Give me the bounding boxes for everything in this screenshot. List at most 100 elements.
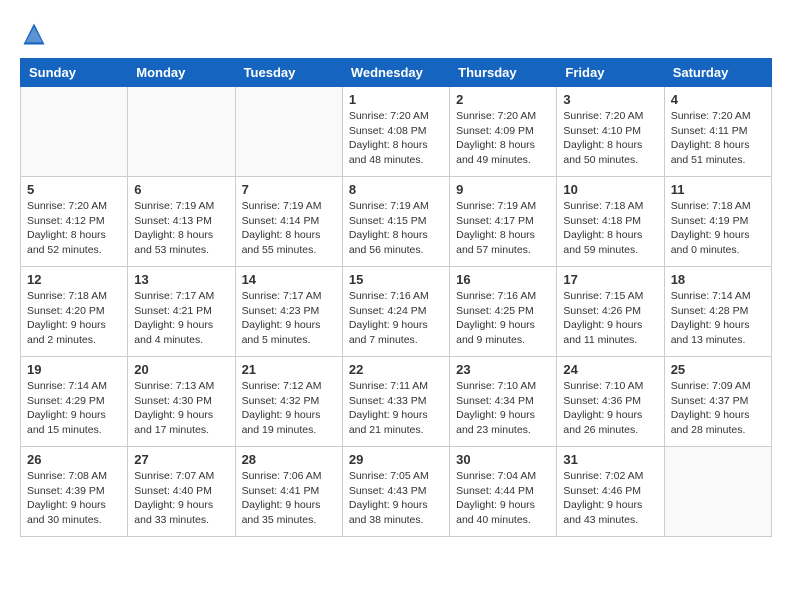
logo-icon bbox=[20, 20, 48, 48]
day-info: Sunrise: 7:13 AM Sunset: 4:30 PM Dayligh… bbox=[134, 379, 228, 438]
day-number: 5 bbox=[27, 182, 121, 197]
day-number: 24 bbox=[563, 362, 657, 377]
day-info: Sunrise: 7:09 AM Sunset: 4:37 PM Dayligh… bbox=[671, 379, 765, 438]
calendar-day-cell: 3 Sunrise: 7:20 AM Sunset: 4:10 PM Daylig… bbox=[557, 87, 664, 177]
day-of-week-header: Wednesday bbox=[342, 59, 449, 87]
day-number: 10 bbox=[563, 182, 657, 197]
calendar-week-row: 26Sunrise: 7:08 AM Sunset: 4:39 PM Dayli… bbox=[21, 447, 772, 537]
calendar-day-cell: 9 Sunrise: 7:19 AM Sunset: 4:17 PM Daylig… bbox=[450, 177, 557, 267]
day-info: Sunrise: 7:14 AM Sunset: 4:28 PM Dayligh… bbox=[671, 289, 765, 348]
day-of-week-header: Thursday bbox=[450, 59, 557, 87]
day-number: 21 bbox=[242, 362, 336, 377]
day-number: 3 bbox=[563, 92, 657, 107]
day-number: 9 bbox=[456, 182, 550, 197]
calendar-day-cell bbox=[235, 87, 342, 177]
calendar-day-cell: 25 Sunrise: 7:09 AM Sunset: 4:37 PM Dayli… bbox=[664, 357, 771, 447]
day-number: 15 bbox=[349, 272, 443, 287]
day-number: 12 bbox=[27, 272, 121, 287]
day-number: 31 bbox=[563, 452, 657, 467]
day-number: 27 bbox=[134, 452, 228, 467]
calendar-week-row: 19Sunrise: 7:14 AM Sunset: 4:29 PM Dayli… bbox=[21, 357, 772, 447]
day-info: Sunrise: 7:10 AM Sunset: 4:34 PM Dayligh… bbox=[456, 379, 550, 438]
calendar-day-cell: 24 Sunrise: 7:10 AM Sunset: 4:36 PM Dayli… bbox=[557, 357, 664, 447]
day-info: Sunrise: 7:06 AM Sunset: 4:41 PM Dayligh… bbox=[242, 469, 336, 528]
calendar-day-cell: 31 Sunrise: 7:02 AM Sunset: 4:46 PM Dayli… bbox=[557, 447, 664, 537]
day-of-week-header: Saturday bbox=[664, 59, 771, 87]
calendar-day-cell: 20 Sunrise: 7:13 AM Sunset: 4:30 PM Dayli… bbox=[128, 357, 235, 447]
day-of-week-header: Monday bbox=[128, 59, 235, 87]
day-info: Sunrise: 7:02 AM Sunset: 4:46 PM Dayligh… bbox=[563, 469, 657, 528]
day-number: 30 bbox=[456, 452, 550, 467]
calendar-day-cell bbox=[128, 87, 235, 177]
day-info: Sunrise: 7:14 AM Sunset: 4:29 PM Dayligh… bbox=[27, 379, 121, 438]
day-number: 29 bbox=[349, 452, 443, 467]
calendar-day-cell: 19Sunrise: 7:14 AM Sunset: 4:29 PM Dayli… bbox=[21, 357, 128, 447]
day-number: 22 bbox=[349, 362, 443, 377]
day-info: Sunrise: 7:18 AM Sunset: 4:19 PM Dayligh… bbox=[671, 199, 765, 258]
calendar-day-cell: 30Sunrise: 7:04 AM Sunset: 4:44 PM Dayli… bbox=[450, 447, 557, 537]
calendar-week-row: 5Sunrise: 7:20 AM Sunset: 4:12 PM Daylig… bbox=[21, 177, 772, 267]
day-number: 25 bbox=[671, 362, 765, 377]
calendar-day-cell: 28 Sunrise: 7:06 AM Sunset: 4:41 PM Dayli… bbox=[235, 447, 342, 537]
day-of-week-header: Tuesday bbox=[235, 59, 342, 87]
day-number: 4 bbox=[671, 92, 765, 107]
day-info: Sunrise: 7:10 AM Sunset: 4:36 PM Dayligh… bbox=[563, 379, 657, 438]
day-info: Sunrise: 7:16 AM Sunset: 4:24 PM Dayligh… bbox=[349, 289, 443, 348]
day-info: Sunrise: 7:17 AM Sunset: 4:21 PM Dayligh… bbox=[134, 289, 228, 348]
calendar-day-cell: 23 Sunrise: 7:10 AM Sunset: 4:34 PM Dayli… bbox=[450, 357, 557, 447]
day-number: 2 bbox=[456, 92, 550, 107]
day-info: Sunrise: 7:12 AM Sunset: 4:32 PM Dayligh… bbox=[242, 379, 336, 438]
day-info: Sunrise: 7:18 AM Sunset: 4:20 PM Dayligh… bbox=[27, 289, 121, 348]
calendar-day-cell: 17 Sunrise: 7:15 AM Sunset: 4:26 PM Dayli… bbox=[557, 267, 664, 357]
calendar-week-row: 12 Sunrise: 7:18 AM Sunset: 4:20 PM Dayli… bbox=[21, 267, 772, 357]
page-header bbox=[20, 20, 772, 48]
calendar-day-cell: 2 Sunrise: 7:20 AM Sunset: 4:09 PM Daylig… bbox=[450, 87, 557, 177]
day-number: 6 bbox=[134, 182, 228, 197]
calendar-day-cell: 4Sunrise: 7:20 AM Sunset: 4:11 PM Daylig… bbox=[664, 87, 771, 177]
day-info: Sunrise: 7:16 AM Sunset: 4:25 PM Dayligh… bbox=[456, 289, 550, 348]
calendar-day-cell: 8Sunrise: 7:19 AM Sunset: 4:15 PM Daylig… bbox=[342, 177, 449, 267]
calendar-day-cell: 16 Sunrise: 7:16 AM Sunset: 4:25 PM Dayli… bbox=[450, 267, 557, 357]
day-number: 11 bbox=[671, 182, 765, 197]
calendar-day-cell: 10 Sunrise: 7:18 AM Sunset: 4:18 PM Dayli… bbox=[557, 177, 664, 267]
calendar-day-cell: 13 Sunrise: 7:17 AM Sunset: 4:21 PM Dayli… bbox=[128, 267, 235, 357]
day-info: Sunrise: 7:17 AM Sunset: 4:23 PM Dayligh… bbox=[242, 289, 336, 348]
day-info: Sunrise: 7:11 AM Sunset: 4:33 PM Dayligh… bbox=[349, 379, 443, 438]
calendar-day-cell: 11 Sunrise: 7:18 AM Sunset: 4:19 PM Dayli… bbox=[664, 177, 771, 267]
calendar-day-cell: 12 Sunrise: 7:18 AM Sunset: 4:20 PM Dayli… bbox=[21, 267, 128, 357]
calendar-day-cell: 27 Sunrise: 7:07 AM Sunset: 4:40 PM Dayli… bbox=[128, 447, 235, 537]
calendar-header-row: SundayMondayTuesdayWednesdayThursdayFrid… bbox=[21, 59, 772, 87]
calendar-day-cell bbox=[21, 87, 128, 177]
day-info: Sunrise: 7:05 AM Sunset: 4:43 PM Dayligh… bbox=[349, 469, 443, 528]
day-info: Sunrise: 7:19 AM Sunset: 4:17 PM Dayligh… bbox=[456, 199, 550, 258]
day-info: Sunrise: 7:20 AM Sunset: 4:09 PM Dayligh… bbox=[456, 109, 550, 168]
day-number: 28 bbox=[242, 452, 336, 467]
day-of-week-header: Sunday bbox=[21, 59, 128, 87]
day-number: 14 bbox=[242, 272, 336, 287]
calendar-day-cell: 21 Sunrise: 7:12 AM Sunset: 4:32 PM Dayli… bbox=[235, 357, 342, 447]
day-number: 13 bbox=[134, 272, 228, 287]
day-info: Sunrise: 7:20 AM Sunset: 4:08 PM Dayligh… bbox=[349, 109, 443, 168]
calendar-day-cell: 15 Sunrise: 7:16 AM Sunset: 4:24 PM Dayli… bbox=[342, 267, 449, 357]
day-number: 23 bbox=[456, 362, 550, 377]
day-info: Sunrise: 7:08 AM Sunset: 4:39 PM Dayligh… bbox=[27, 469, 121, 528]
day-info: Sunrise: 7:07 AM Sunset: 4:40 PM Dayligh… bbox=[134, 469, 228, 528]
day-of-week-header: Friday bbox=[557, 59, 664, 87]
day-number: 18 bbox=[671, 272, 765, 287]
day-number: 1 bbox=[349, 92, 443, 107]
day-number: 17 bbox=[563, 272, 657, 287]
logo bbox=[20, 20, 52, 48]
calendar-week-row: 1 Sunrise: 7:20 AM Sunset: 4:08 PM Daylig… bbox=[21, 87, 772, 177]
calendar-day-cell: 29 Sunrise: 7:05 AM Sunset: 4:43 PM Dayli… bbox=[342, 447, 449, 537]
day-number: 7 bbox=[242, 182, 336, 197]
day-info: Sunrise: 7:15 AM Sunset: 4:26 PM Dayligh… bbox=[563, 289, 657, 348]
calendar-table: SundayMondayTuesdayWednesdayThursdayFrid… bbox=[20, 58, 772, 537]
day-number: 20 bbox=[134, 362, 228, 377]
calendar-day-cell: 6Sunrise: 7:19 AM Sunset: 4:13 PM Daylig… bbox=[128, 177, 235, 267]
day-info: Sunrise: 7:18 AM Sunset: 4:18 PM Dayligh… bbox=[563, 199, 657, 258]
day-info: Sunrise: 7:20 AM Sunset: 4:10 PM Dayligh… bbox=[563, 109, 657, 168]
calendar-day-cell: 18 Sunrise: 7:14 AM Sunset: 4:28 PM Dayli… bbox=[664, 267, 771, 357]
day-number: 16 bbox=[456, 272, 550, 287]
calendar-day-cell: 7Sunrise: 7:19 AM Sunset: 4:14 PM Daylig… bbox=[235, 177, 342, 267]
day-number: 8 bbox=[349, 182, 443, 197]
